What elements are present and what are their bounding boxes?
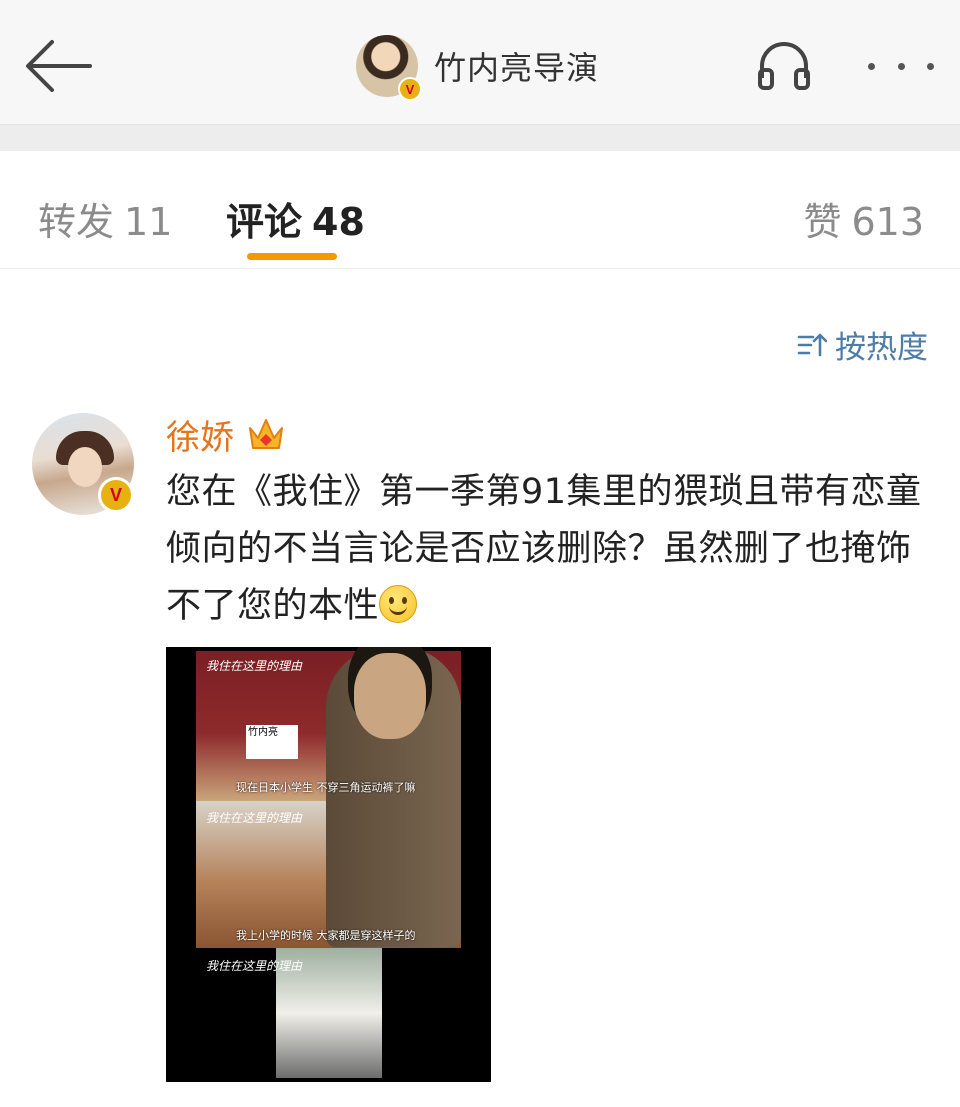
- tab-count: 11: [124, 200, 173, 244]
- tab-count: 48: [312, 200, 365, 244]
- top-navigation-bar: V 竹内亮导演: [0, 0, 960, 125]
- headphones-icon: [758, 42, 810, 90]
- image-caption: 我上小学的时候 大家都是穿这样子的: [236, 929, 416, 942]
- show-logo-watermark: 我住在这里的理由: [206, 811, 303, 825]
- smile-emoji-icon: [379, 585, 418, 623]
- tab-bar: 转发 11 评论 48 赞 613: [0, 151, 960, 269]
- more-dot: [927, 62, 934, 70]
- crown-icon: [249, 418, 283, 449]
- commenter-name[interactable]: 徐娇: [166, 410, 286, 459]
- comment-body: 您在《我住》第一季第91集里的猥琐且带有恋童倾向的不当言论是否应该删除？虽然删了…: [166, 464, 936, 635]
- header-profile[interactable]: V 竹内亮导演: [356, 34, 600, 101]
- listen-button[interactable]: [756, 40, 812, 92]
- page-title: 竹内亮导演: [434, 49, 600, 87]
- section-divider: [0, 125, 960, 151]
- show-logo-watermark: 我住在这里的理由: [206, 959, 303, 973]
- header-avatar[interactable]: V: [356, 35, 422, 101]
- comment-image[interactable]: 我住在这里的理由 我住在这里的理由 我住在这里的理由 竹内亮 现在日本小学生 不…: [166, 647, 491, 1082]
- image-person: [326, 647, 461, 947]
- more-dot: [897, 62, 905, 70]
- commenter-avatar[interactable]: V: [32, 413, 134, 515]
- show-logo-watermark: 我住在这里的理由: [206, 659, 303, 673]
- image-caption: 现在日本小学生 不穿三角运动裤了嘛: [236, 781, 416, 794]
- back-arrow-icon: [26, 40, 92, 92]
- active-tab-indicator: [247, 253, 337, 260]
- more-button[interactable]: [868, 56, 934, 76]
- image-person-head: [354, 653, 426, 739]
- tab-label: 转发: [38, 200, 115, 244]
- verified-badge: V: [398, 77, 422, 101]
- image-name-card: 竹内亮: [246, 725, 298, 759]
- sort-label: 按热度: [835, 330, 928, 366]
- back-button[interactable]: [24, 36, 94, 96]
- comment-text: 您在《我住》第一季第91集里的猥琐且带有恋童倾向的不当言论是否应该删除？虽然删了…: [166, 472, 922, 626]
- tab-repost[interactable]: 转发 11: [38, 191, 172, 246]
- username-text: 徐娇: [166, 418, 234, 458]
- tab-label: 赞: [803, 200, 842, 244]
- avatar-face: [68, 447, 102, 487]
- sort-by-hot-button[interactable]: 按热度: [797, 322, 928, 367]
- tab-count: 613: [851, 200, 924, 244]
- tab-likes[interactable]: 赞 613: [803, 191, 924, 246]
- tab-comments[interactable]: 评论 48: [226, 191, 365, 246]
- sort-icon: [797, 333, 827, 356]
- verified-badge: V: [98, 477, 134, 513]
- tab-label: 评论: [226, 200, 303, 244]
- more-dots-icon: [868, 62, 875, 70]
